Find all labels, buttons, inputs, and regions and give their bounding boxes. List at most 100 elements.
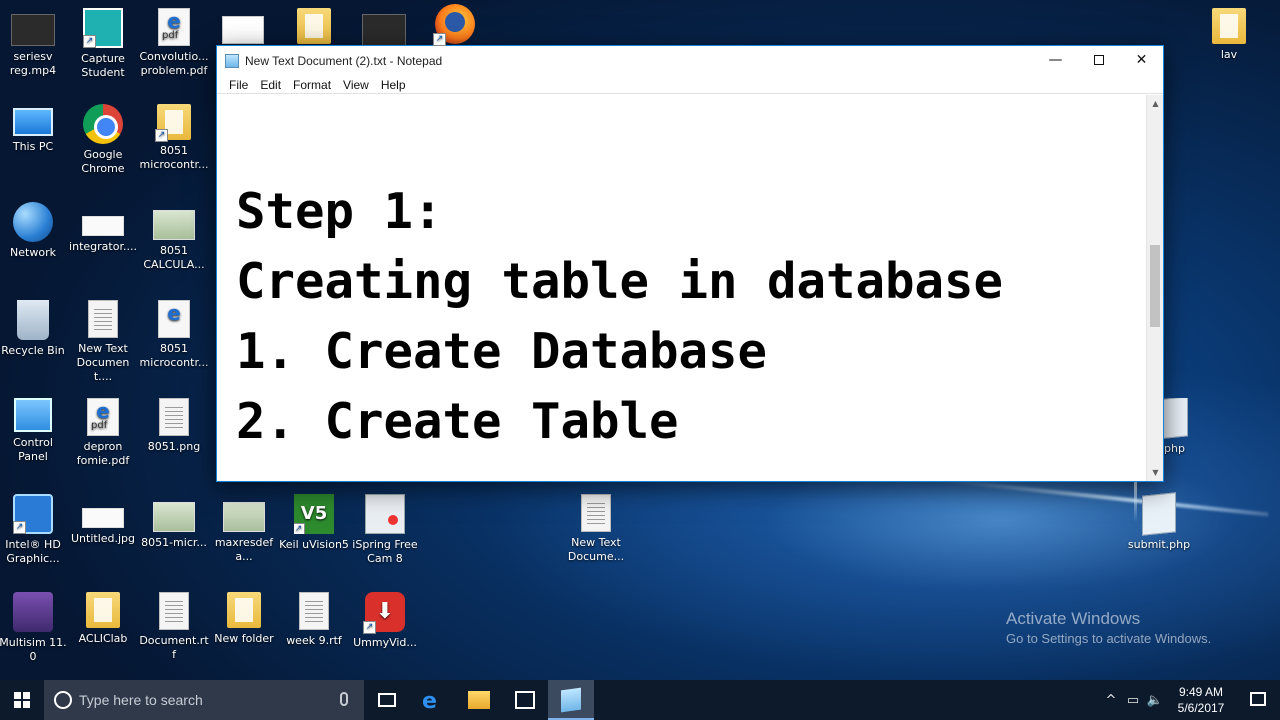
wallpaper-light-beam (939, 478, 1269, 517)
text-line: 1. Create Database (236, 323, 768, 380)
desktop-icon-capture-student[interactable]: Capture Student (68, 8, 138, 80)
desktop-icon-intel-hd-graphics[interactable]: Intel® HD Graphic... (0, 494, 68, 566)
scroll-up-icon[interactable]: ▲ (1147, 95, 1164, 112)
clock[interactable]: 9:49 AM 5/6/2017 (1166, 684, 1236, 716)
action-center-button[interactable] (1236, 680, 1280, 720)
desktop-icon-untitled-jpg[interactable]: Untitled.jpg (68, 494, 138, 546)
desktop-icon-label: 8051-micr... (141, 536, 207, 549)
volume-icon[interactable]: 🔈 (1144, 693, 1166, 708)
desktop-icon-new-text-document[interactable]: New Text Document.... (68, 300, 138, 384)
ispring-cam-icon (365, 494, 405, 534)
notepad-taskbar-button[interactable] (548, 680, 594, 720)
start-button[interactable] (0, 680, 44, 720)
desktop-icon-integrator[interactable]: integrator.... (68, 202, 138, 254)
desktop-icon-new-folder[interactable]: New folder (209, 592, 279, 646)
desktop-icon-convolution-pdf[interactable]: e pdf Convolutio... problem.pdf (139, 8, 209, 78)
desktop-icon-network[interactable]: Network (0, 202, 68, 260)
notepad-window[interactable]: New Text Document (2).txt - Notepad — ✕ … (216, 45, 1164, 482)
task-view-button[interactable] (364, 680, 410, 720)
menu-help[interactable]: Help (375, 76, 412, 93)
desktop-icon-label: 8051 microcontr... (139, 342, 209, 369)
file-explorer-taskbar-button[interactable] (456, 680, 502, 720)
desktop-icon-label: Intel® HD Graphic... (5, 538, 61, 565)
desktop-icon-label: integrator.... (69, 240, 137, 253)
desktop-icon-label: Control Panel (13, 436, 53, 463)
desktop-icon-8051-png[interactable]: 8051.png (139, 398, 209, 454)
minimize-icon: — (1048, 52, 1063, 68)
notification-icon (1250, 692, 1266, 706)
menu-edit[interactable]: Edit (254, 76, 287, 93)
edge-html-file-icon: e (158, 300, 190, 338)
maximize-icon (1093, 55, 1104, 65)
desktop-icon-dark-image[interactable] (349, 8, 419, 50)
desktop-icon-label: Multisim 11.0 (0, 636, 67, 663)
desktop-icon-ispring-free-cam[interactable]: iSpring Free Cam 8 (350, 494, 420, 566)
image-file-icon (153, 502, 195, 532)
desktop-icon-new-text-document-2[interactable]: New Text Docume... (561, 494, 631, 564)
microphone-icon[interactable] (340, 692, 348, 706)
notepad-app-icon (225, 54, 239, 68)
desktop-icon-label: New Text Docume... (567, 536, 625, 563)
vertical-scrollbar[interactable]: ▲ ▼ (1146, 95, 1163, 481)
desktop-icon-aclilab[interactable]: ACLIClab (68, 592, 138, 646)
desktop-icon-depron-fomie-pdf[interactable]: e pdf depron fomie.pdf (68, 398, 138, 468)
search-box[interactable]: Type here to search (44, 680, 364, 720)
desktop-icon-label: seriesv reg.mp4 (9, 50, 57, 77)
desktop-icon-8051-micr[interactable]: 8051-micr... (139, 494, 209, 550)
store-taskbar-button[interactable] (502, 680, 548, 720)
desktop-icon-folder-top[interactable] (279, 8, 349, 48)
control-panel-icon (14, 398, 52, 432)
desktop-icon-recycle-bin[interactable]: Recycle Bin (0, 300, 68, 358)
network-icon[interactable]: ▭ (1122, 693, 1144, 708)
desktop-icon-chart-image[interactable] (208, 8, 278, 48)
chevron-up-icon[interactable]: ^ (1100, 693, 1122, 708)
rtf-file-icon (299, 592, 329, 630)
close-icon: ✕ (1135, 52, 1148, 68)
desktop-icon-maxresdefault[interactable]: maxresdefa... (209, 494, 279, 564)
image-file-icon (222, 16, 264, 44)
title-bar[interactable]: New Text Document (2).txt - Notepad — ✕ (217, 46, 1163, 76)
edge-taskbar-button[interactable]: e (410, 680, 456, 720)
menu-format[interactable]: Format (287, 76, 337, 93)
video-file-icon (11, 14, 55, 46)
window-controls: — ✕ (1034, 46, 1163, 76)
menu-view[interactable]: View (337, 76, 375, 93)
desktop-icon-firefox[interactable] (420, 4, 490, 48)
text-line: Creating table in database (236, 253, 1004, 310)
desktop-icon-control-panel[interactable]: Control Panel (0, 398, 68, 464)
php-file-icon (1142, 492, 1176, 536)
desktop-icon-document-rtf[interactable]: Document.rtf (139, 592, 209, 662)
minimize-button[interactable]: — (1034, 46, 1077, 76)
taskbar: Type here to search e ^ ▭ 🔈 9:49 AM 5/6/… (0, 680, 1280, 720)
windows-logo-icon (14, 692, 30, 708)
image-file-icon (223, 502, 265, 532)
desktop-icon-multisim[interactable]: Multisim 11.0 (0, 592, 68, 664)
close-button[interactable]: ✕ (1120, 46, 1163, 76)
network-globe-icon (13, 202, 53, 242)
desktop-icon-week-9-rtf[interactable]: week 9.rtf (279, 592, 349, 648)
desktop-icon-label: Capture Student (81, 52, 125, 79)
scroll-thumb[interactable] (1150, 245, 1160, 327)
desktop-icon-google-chrome[interactable]: Google Chrome (68, 104, 138, 176)
watermark-subtitle: Go to Settings to activate Windows. (1006, 631, 1212, 646)
scroll-down-icon[interactable]: ▼ (1147, 464, 1164, 481)
desktop-icon-8051-microcontroller-1[interactable]: 8051 microcontr... (139, 104, 209, 172)
desktop-icon-label: lav (1220, 48, 1238, 61)
desktop-icon-seriesv-reg[interactable]: seriesv reg.mp4 (0, 8, 68, 78)
menu-file[interactable]: File (223, 76, 254, 93)
desktop-icon-this-pc[interactable]: This PC (0, 104, 68, 154)
desktop-icon-ummy-video[interactable]: ⬇ UmmyVid... (350, 592, 420, 650)
maximize-button[interactable] (1077, 46, 1120, 76)
watermark-title: Activate Windows (1006, 609, 1141, 628)
desktop-icon-lav[interactable]: lav (1194, 8, 1264, 62)
desktop-icon-keil-uvision5[interactable]: V5 Keil uVision5 (279, 494, 349, 552)
desktop-icon-label: php (1164, 442, 1185, 455)
desktop-icon-label: 8051 CALCULA... (143, 244, 205, 271)
text-file-icon (88, 300, 118, 338)
text-editor-area[interactable]: Step 1: Creating table in database 1. Cr… (217, 95, 1146, 481)
desktop-icon-8051-microcontroller-2[interactable]: e 8051 microcontr... (139, 300, 209, 370)
desktop-icon-label: New Text Document.... (76, 342, 130, 383)
desktop-icon-php[interactable]: php (1164, 398, 1188, 456)
desktop-icon-8051-calculator[interactable]: 8051 CALCULA... (139, 202, 209, 272)
desktop-icon-submit-php[interactable]: submit.php (1124, 492, 1194, 552)
